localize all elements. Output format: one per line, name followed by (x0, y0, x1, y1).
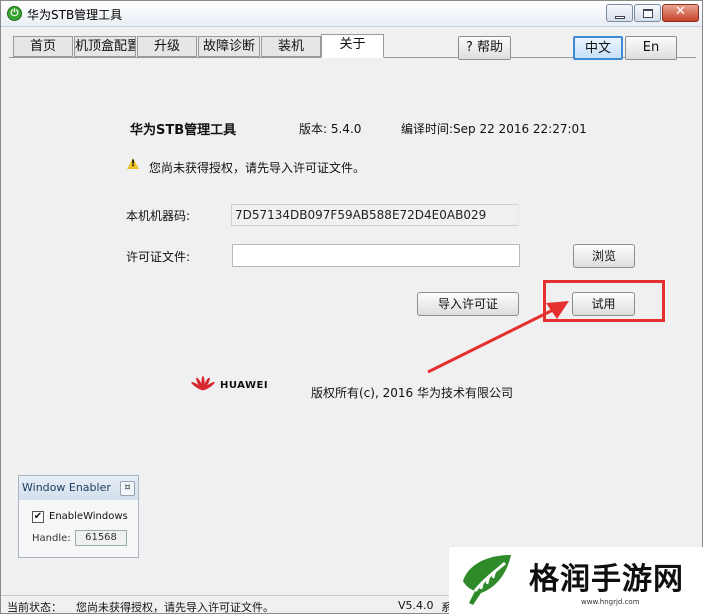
browse-button[interactable]: 浏览 (573, 244, 635, 268)
power-app-icon: ⏻ (7, 6, 22, 21)
warning-exclamation-icon: ! (131, 159, 136, 169)
tab-upgrade[interactable]: 升级 (137, 36, 197, 57)
status-label: 当前状态： (7, 601, 62, 614)
maximize-icon (643, 9, 653, 18)
copyright-text: 版权所有(c), 2016 华为技术有限公司 (311, 386, 513, 400)
version-text: 版本: 5.4.0 (299, 122, 362, 136)
window-enabler-titlebar[interactable]: Window Enabler ¤ (19, 476, 138, 500)
highlight-box-annotation (543, 280, 665, 322)
app-window: ⏻ 华为STB管理工具 ✕ 首页 机顶盒配置 升级 故障诊断 装机 关于 ? 帮… (0, 0, 703, 614)
authorization-warning: 您尚未获得授权，请先导入许可证文件。 (149, 161, 366, 175)
import-license-button[interactable]: 导入许可证 (417, 292, 519, 316)
window-enabler-panel: Window Enabler ¤ ✔ EnableWindows Handle:… (18, 475, 139, 558)
language-chinese-button[interactable]: 中文 (573, 36, 623, 60)
huawei-logo-icon (191, 376, 215, 391)
window-enabler-title: Window Enabler (22, 481, 111, 494)
close-icon: ✕ (675, 4, 686, 19)
enable-windows-checkbox[interactable]: ✔ (32, 511, 44, 523)
tab-install[interactable]: 装机 (261, 36, 321, 57)
tab-diagnosis[interactable]: 故障诊断 (198, 36, 260, 57)
watermark-url: www.hngrjd.com (581, 598, 640, 606)
watermark-site-name: 格润手游网 (529, 562, 684, 597)
license-file-label: 许可证文件: (126, 250, 191, 264)
machine-code-field[interactable]: 7D57134DB097F59AB588E72D4E0AB029 (231, 204, 519, 226)
build-time-text: 编译时间:Sep 22 2016 22:27:01 (401, 122, 587, 136)
vendor-name: HUAWEI (220, 380, 269, 391)
handle-label: Handle: (32, 533, 71, 544)
product-name: 华为STB管理工具 (130, 123, 237, 138)
enable-windows-label: EnableWindows (49, 511, 128, 522)
maximize-button[interactable] (634, 4, 661, 22)
window-enabler-close-icon[interactable]: ¤ (120, 481, 135, 496)
tab-home[interactable]: 首页 (13, 36, 73, 57)
tab-about[interactable]: 关于 (321, 34, 384, 58)
tab-stb-config[interactable]: 机顶盒配置 (74, 36, 136, 57)
language-english-button[interactable]: En (625, 36, 677, 60)
status-text: 您尚未获得授权，请先导入许可证文件。 (76, 601, 274, 614)
status-version: V5.4.0 (398, 599, 434, 612)
watermark: 格润手游网 www.hngrjd.com (449, 547, 703, 614)
minimize-icon (615, 16, 625, 19)
window-title: 华为STB管理工具 (27, 8, 123, 22)
leaf-logo-icon (463, 555, 511, 605)
help-button[interactable]: ? 帮助 (458, 36, 511, 60)
machine-code-label: 本机机器码: (126, 209, 191, 223)
minimize-button[interactable] (606, 4, 633, 22)
handle-value-field[interactable]: 61568 (75, 530, 127, 546)
close-button[interactable]: ✕ (662, 4, 699, 22)
license-file-input[interactable] (232, 244, 520, 267)
title-bar[interactable]: ⏻ 华为STB管理工具 ✕ (1, 1, 702, 27)
